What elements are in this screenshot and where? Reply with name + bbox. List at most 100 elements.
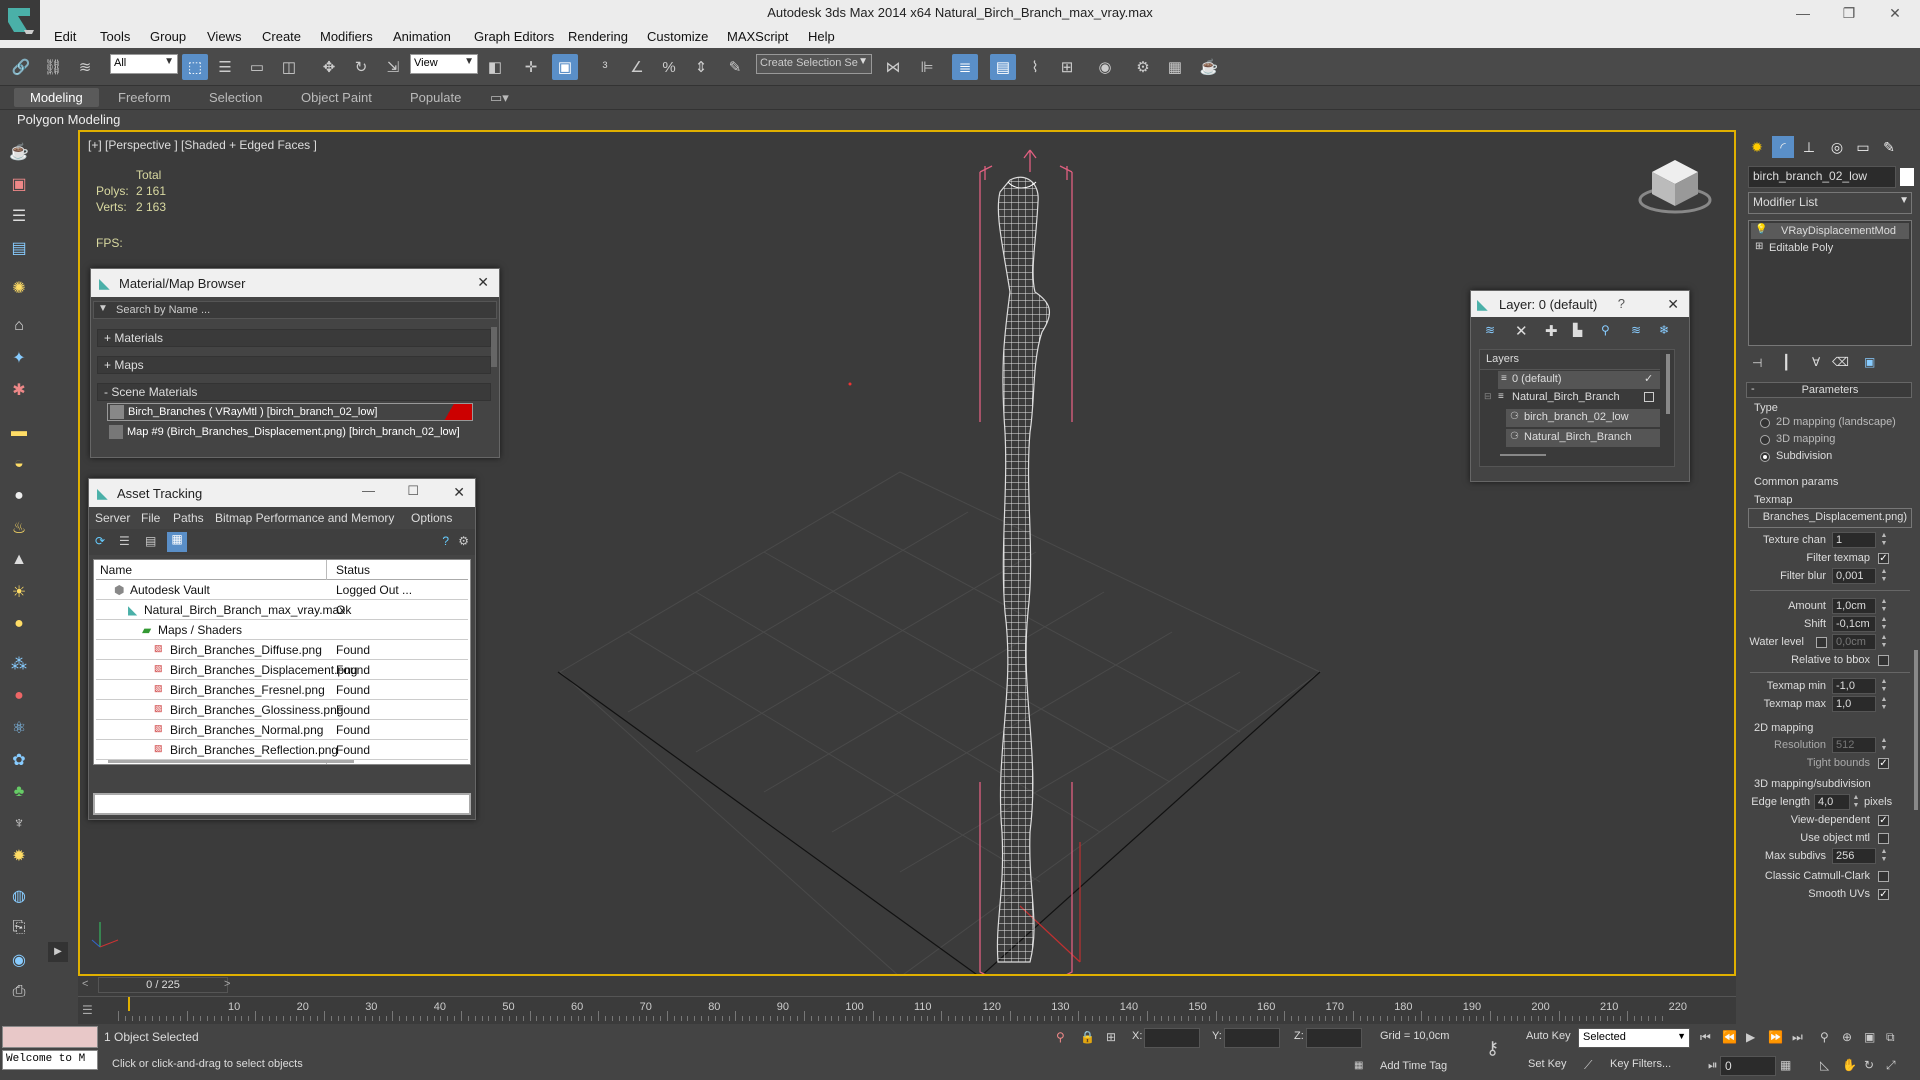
rect-selection-icon[interactable]: ▭	[244, 54, 270, 80]
asset-menu-paths[interactable]: Paths	[173, 511, 204, 525]
maxscript-listener-top[interactable]	[2, 1026, 98, 1048]
hierarchy-tab-icon[interactable]: ⊥	[1798, 136, 1820, 158]
track-bar[interactable]: ☰ 10 20 30 40 50 60 70 80 90 100 110 120 130 140 150 16…	[78, 996, 1736, 1024]
spinner-icon[interactable]: ▲ ▼	[1880, 737, 1888, 753]
schematic-view-icon[interactable]: ⊞	[1054, 54, 1080, 80]
delete-layer-icon[interactable]: ✕	[1515, 322, 1528, 340]
tab-object-paint[interactable]: Object Paint	[297, 90, 376, 105]
scale-icon[interactable]: ⇲	[380, 54, 406, 80]
next-frame-button[interactable]: >	[224, 978, 230, 990]
select-by-name-icon[interactable]: ☰	[212, 54, 238, 80]
menu-modifiers[interactable]: Modifiers	[320, 29, 373, 44]
key-mode-icon[interactable]: ⏯	[1708, 1058, 1718, 1073]
hair-icon[interactable]: ♆	[7, 812, 31, 836]
layer-item-default[interactable]: ≡ 0 (default) ✓	[1498, 371, 1660, 389]
settings-icon[interactable]: ⚙	[458, 534, 469, 548]
maximize-viewport-icon[interactable]: ⤢	[1886, 1058, 1896, 1073]
play-icon[interactable]: ▶	[1746, 1030, 1755, 1044]
box-icon[interactable]: ▬	[7, 420, 31, 444]
ref-coord-dropdown[interactable]: View ▼	[410, 54, 478, 74]
unlink-icon[interactable]: ⛓	[40, 54, 66, 80]
menu-create[interactable]: Create	[262, 29, 301, 44]
sun-icon[interactable]: ☀	[7, 580, 31, 604]
tab-freeform[interactable]: Freeform	[114, 90, 175, 105]
close-icon[interactable]: ✕	[477, 274, 489, 291]
hide-all-icon[interactable]: ≋	[1631, 323, 1641, 337]
x-coord-input[interactable]	[1144, 1028, 1200, 1048]
object-name-field[interactable]: birch_branch_02_low	[1748, 166, 1896, 188]
select-in-layer-icon[interactable]: ▙	[1573, 323, 1582, 337]
table-row[interactable]: ▧ Birch_Branches_Fresnel.png Found	[96, 680, 468, 700]
light-icon[interactable]: ✺	[7, 276, 31, 300]
maxscript-mini-listener[interactable]: Welcome to M	[2, 1050, 98, 1070]
list-view-icon[interactable]: ☰	[119, 534, 130, 548]
time-slider-thumb[interactable]: 0 / 225	[98, 977, 228, 993]
maximize-icon[interactable]: ☐	[407, 483, 419, 499]
geosphere-icon[interactable]: ●	[7, 484, 31, 508]
table-row[interactable]: ▧ Birch_Branches_Diffuse.png Found	[96, 640, 468, 660]
modifier-list-dropdown[interactable]: Modifier List ▼	[1748, 192, 1912, 214]
pivot-center-icon[interactable]: ◧	[482, 54, 508, 80]
layer-explorer-icon[interactable]: ≣	[952, 54, 978, 80]
goto-end-icon[interactable]: ⏭	[1792, 1030, 1803, 1045]
keyboard-shortcut-override-icon[interactable]: ▣	[552, 54, 578, 80]
thumbnail-icon[interactable]: ▤	[145, 534, 156, 548]
zoom-extents-all-icon[interactable]: ⧉	[1886, 1030, 1895, 1045]
link-icon[interactable]: 🔗	[8, 54, 34, 80]
parameters-rollout[interactable]: - Parameters	[1746, 382, 1912, 398]
particle-icon[interactable]: ⁂	[7, 652, 31, 676]
tab-selection[interactable]: Selection	[205, 90, 266, 105]
bone-icon[interactable]: ⚛	[7, 716, 31, 740]
table-hscrollbar[interactable]	[108, 760, 354, 763]
menu-rendering[interactable]: Rendering	[568, 29, 628, 44]
radio-3d-mapping[interactable]	[1760, 435, 1770, 445]
group-scene-materials[interactable]: - Scene Materials	[97, 383, 491, 401]
close-button[interactable]: ✕	[1872, 0, 1918, 26]
shift-input[interactable]: -0,1cm	[1832, 616, 1876, 632]
curve-editor-icon[interactable]: ⌇	[1022, 54, 1048, 80]
radio-subdivision[interactable]	[1760, 452, 1770, 462]
table-row[interactable]: ▧ Birch_Branches_Reflection.png Found	[96, 740, 468, 760]
shell-icon[interactable]: ✹	[7, 844, 31, 868]
menu-views[interactable]: Views	[207, 29, 241, 44]
render-icon[interactable]: ▣	[7, 172, 31, 196]
asset-menu-options[interactable]: Options	[411, 511, 452, 525]
teapot-icon[interactable]: ☕	[7, 140, 31, 164]
spinner-icon[interactable]: ▲ ▼	[1880, 696, 1888, 712]
table-row[interactable]: ◣ Natural_Birch_Branch_max_vray.max Ok	[96, 600, 468, 620]
foliage-icon[interactable]: ♣	[7, 780, 31, 804]
mirror-icon[interactable]: ⋈	[880, 54, 906, 80]
expand-icon[interactable]: ⊞	[1755, 241, 1763, 252]
menu-maxscript[interactable]: MAXScript	[727, 29, 788, 44]
pan-icon[interactable]: ✋	[1842, 1058, 1857, 1072]
resolution-input[interactable]: 512	[1832, 737, 1876, 753]
fov-icon[interactable]: ◺	[1820, 1058, 1829, 1072]
material-browser-titlebar[interactable]: ◣ Material/Map Browser ✕	[91, 269, 499, 297]
layer-dialog-titlebar[interactable]: ◣ Layer: 0 (default) ? ✕	[1471, 291, 1689, 317]
key-icon[interactable]: ⚷	[1486, 1038, 1499, 1059]
z-coord-input[interactable]	[1306, 1028, 1362, 1048]
max-subdivs-input[interactable]: 256	[1832, 848, 1876, 864]
camera-icon[interactable]: ⌂	[7, 314, 31, 338]
spinner-icon[interactable]: ▲ ▼	[1880, 848, 1888, 864]
zoom-icon[interactable]: ⚲	[1820, 1030, 1829, 1044]
motion-tab-icon[interactable]: ◎	[1826, 136, 1848, 158]
object-color-swatch[interactable]	[1900, 168, 1914, 186]
menu-tools[interactable]: Tools	[100, 29, 130, 44]
tab-modeling[interactable]: Modeling	[14, 88, 99, 107]
lock-icon[interactable]: 🔒	[1080, 1030, 1095, 1044]
key-mode-dropdown[interactable]: Selected ▼	[1578, 1028, 1690, 1048]
select-manipulate-icon[interactable]: ✛	[518, 54, 544, 80]
toggle-ribbon-icon[interactable]: ▤	[990, 54, 1016, 80]
percent-snap-icon[interactable]: %	[656, 54, 682, 80]
use-object-mtl-checkbox[interactable]	[1878, 833, 1889, 844]
named-selection-dropdown[interactable]: Create Selection Se ▼	[756, 54, 872, 74]
texmap-max-input[interactable]: 1,0	[1832, 696, 1876, 712]
layer-item-natural-birch[interactable]: ⊟ ≡ Natural_Birch_Branch	[1484, 389, 1660, 407]
material-search-input[interactable]: Search by Name ...	[116, 304, 210, 316]
layer-hscrollbar[interactable]	[1500, 454, 1546, 456]
bind-space-warp-icon[interactable]: ≋	[72, 54, 98, 80]
asset-tracking-titlebar[interactable]: ◣ Asset Tracking — ☐ ✕	[89, 479, 475, 507]
menu-graph-editors[interactable]: Graph Editors	[474, 29, 554, 44]
viewport-label[interactable]: [+] [Perspective ] [Shaded + Edged Faces…	[88, 138, 317, 152]
